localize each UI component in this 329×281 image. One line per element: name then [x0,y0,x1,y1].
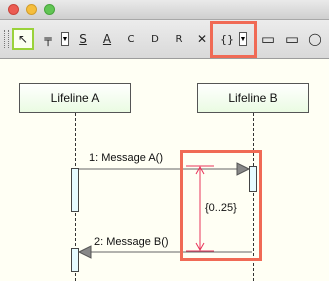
combined-fragment-tool-icon: ▭ [284,30,300,48]
diagram-canvas[interactable]: Lifeline A Lifeline B 1: Message A() 2: … [0,59,329,281]
reply-tool-icon: R [175,33,183,45]
comment-tool-button[interactable]: C [120,28,142,50]
select-tool-button[interactable]: ↖ [12,28,34,50]
ellipse-tool-icon: ◯ [308,32,322,46]
window-titlebar [0,0,329,20]
toolbar-grip[interactable] [4,30,9,48]
comment-tool-icon: C [127,33,135,45]
destroy-tool-button[interactable]: D [144,28,166,50]
zoom-window-button[interactable] [44,4,55,15]
duration-constraint-highlight [180,150,262,261]
reply-tool-button[interactable]: R [168,28,190,50]
palette-toolbar: ↖ ╤ ▼ S A C D R ✕ {} ▼ ▭ ▭ ◯ [0,20,329,59]
lifeline-tool-icon: ╤ [44,32,52,46]
destroy-tool-icon: D [151,33,159,45]
note-tool-icon: A [102,32,112,46]
lifeline-tool-dropdown[interactable]: ▼ [61,32,69,46]
ellipse-tool-button[interactable]: ◯ [304,28,326,50]
close-window-button[interactable] [8,4,19,15]
combined-fragment-tool-button[interactable]: ▭ [281,28,303,50]
diagram-connectors [77,162,252,259]
duration-tool-highlight [210,21,257,58]
select-tool-icon: ↖ [17,32,29,46]
lifeline-tool-button[interactable]: ╤ [37,28,59,50]
stop-tool-icon: ✕ [196,32,208,46]
note-tool-button[interactable]: A [96,28,118,50]
interaction-use-tool-button[interactable]: ▭ [257,28,279,50]
message-tool-button[interactable]: S [72,28,94,50]
message-tool-icon: S [79,32,87,46]
interaction-use-tool-icon: ▭ [260,30,276,48]
minimize-window-button[interactable] [26,4,37,15]
